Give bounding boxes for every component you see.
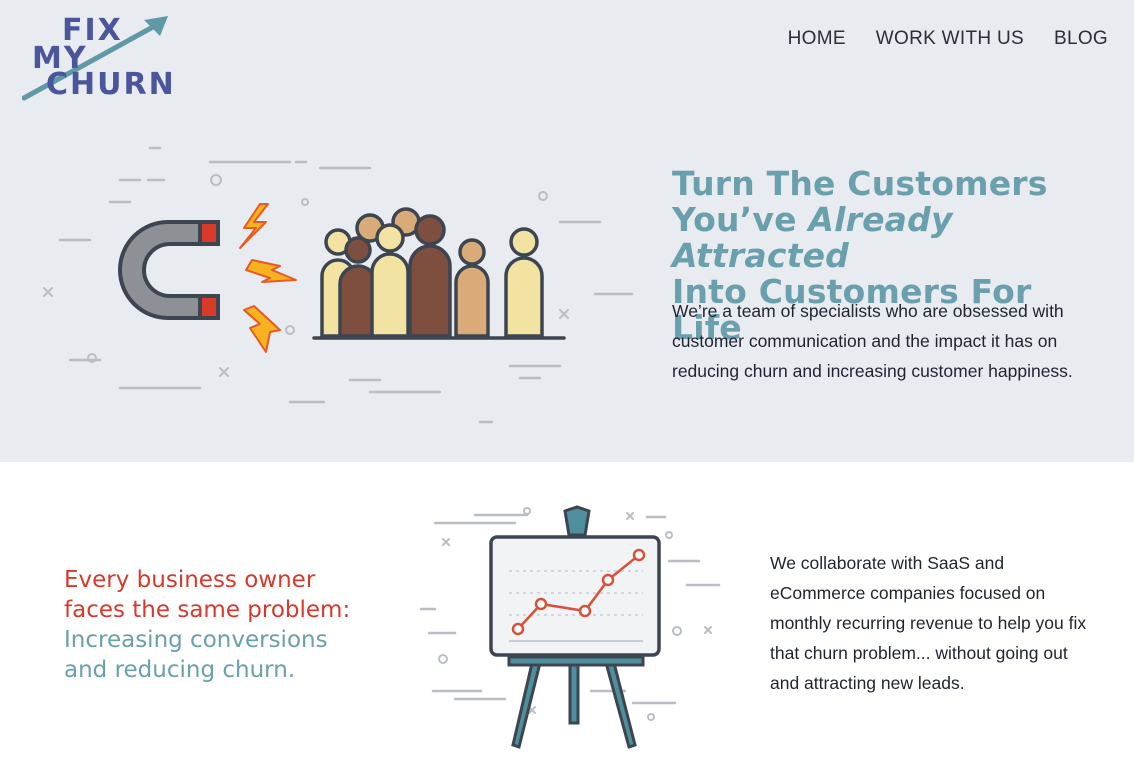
logo-text-churn: CHURN bbox=[46, 67, 176, 102]
hero-section: FIX MY CHURN HOME WORK WITH US BLOG Turn… bbox=[0, 0, 1134, 462]
fixmychurn-logo[interactable]: FIX MY CHURN bbox=[22, 12, 192, 104]
nav-home-link[interactable]: HOME bbox=[788, 28, 846, 50]
hero-title-line-1: Turn The Customers bbox=[672, 164, 1048, 203]
hero-title-line-2-prefix: You’ve bbox=[672, 200, 809, 239]
problem-line-red-1: Every business owner bbox=[64, 567, 316, 593]
problem-line-red-2: faces the same problem: bbox=[64, 597, 351, 623]
hero-description: We’re a team of specialists who are obse… bbox=[672, 301, 1073, 381]
magnet-attracting-people-icon bbox=[40, 130, 640, 430]
nav-blog-link[interactable]: BLOG bbox=[1054, 28, 1108, 50]
problem-heading: Every business owner faces the same prob… bbox=[64, 565, 394, 685]
collaboration-description: We collaborate with SaaS and eCommerce c… bbox=[770, 553, 1087, 693]
problem-line-teal-2: and reducing churn. bbox=[64, 657, 296, 683]
problem-line-teal-1: Increasing conversions bbox=[64, 627, 328, 653]
page: FIX MY CHURN HOME WORK WITH US BLOG Turn… bbox=[0, 0, 1134, 760]
easel-growth-chart-icon bbox=[415, 495, 735, 755]
main-nav: HOME WORK WITH US BLOG bbox=[788, 28, 1108, 50]
nav-work-with-us-link[interactable]: WORK WITH US bbox=[876, 28, 1024, 50]
